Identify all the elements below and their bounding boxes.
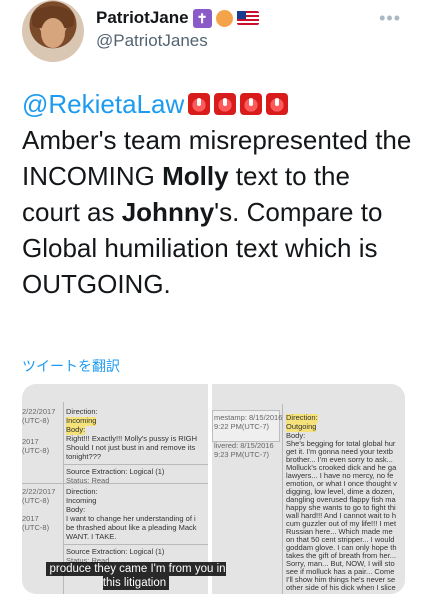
column-divider: [282, 404, 283, 594]
status-label: Status: Read: [66, 476, 110, 485]
translate-tweet-link[interactable]: ツイートを翻訳: [22, 356, 120, 376]
latin-cross-emoji-icon: ✝: [192, 8, 212, 28]
timezone: (UTC-8): [22, 416, 50, 425]
row-divider: [63, 544, 208, 545]
tweet-bold-molly: Molly: [162, 161, 229, 191]
row-divider: [63, 464, 208, 465]
us-flag-emoji-icon: [236, 11, 259, 25]
avatar-face: [41, 18, 65, 48]
name-row: PatriotJane ✝: [96, 8, 259, 28]
body-line: tonight???: [66, 452, 102, 461]
more-options-icon[interactable]: •••: [379, 8, 401, 29]
video-caption: produce they came I'm from you in this l…: [46, 562, 226, 590]
police-light-icon: [266, 93, 289, 115]
tweet-text: @RekietaLaw Amber's team misrepresented …: [22, 86, 412, 302]
avatar[interactable]: [22, 0, 84, 62]
police-light-icon: [214, 93, 237, 115]
display-name[interactable]: PatriotJane: [96, 8, 189, 28]
delivered-timestamp: 9:23 PM(UTC-7): [214, 450, 270, 459]
police-light-icon: [240, 93, 263, 115]
police-light-icon: [188, 93, 211, 115]
tweet-bold-johnny: Johnny: [121, 197, 215, 227]
timestamp: 9:22 PM(UTC-7): [214, 422, 270, 431]
mention-link[interactable]: @RekietaLaw: [22, 89, 184, 119]
tweet-header: PatriotJane ✝ @PatriotJanes •••: [0, 0, 425, 62]
body-line: WANT. I TAKE.: [66, 532, 117, 541]
row-divider: [22, 483, 208, 484]
user-handle[interactable]: @PatriotJanes: [96, 31, 208, 51]
media-image-right[interactable]: mestamp: 8/15/2016 9:22 PM(UTC-7) livere…: [212, 384, 405, 594]
body-line: other side of his dick when I slice: [286, 583, 396, 592]
timezone: (UTC-8): [22, 446, 50, 455]
timezone: (UTC-8): [22, 523, 50, 532]
timezone: (UTC-8): [22, 496, 50, 505]
peach-emoji-icon: [215, 9, 233, 27]
